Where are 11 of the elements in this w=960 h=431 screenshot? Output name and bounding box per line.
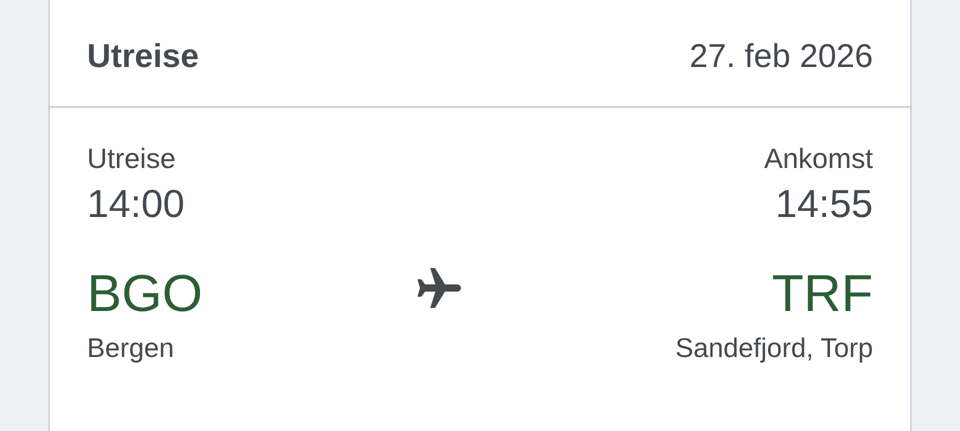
flight-date: 27. feb 2026	[690, 36, 873, 76]
arrival-label: Ankomst	[763, 142, 873, 176]
airport-code: TRF	[770, 266, 873, 324]
arrival-time: 14:55	[774, 182, 873, 228]
city-name: Sandefjord, Torp	[675, 332, 873, 364]
departure-label: Utreise	[87, 142, 177, 176]
departure-time: 14:00	[87, 182, 186, 228]
city-name: Bergen	[87, 332, 176, 364]
airport-code: BGO	[87, 266, 203, 324]
airplane-icon	[414, 266, 463, 310]
section-title: Utreise	[87, 36, 199, 76]
